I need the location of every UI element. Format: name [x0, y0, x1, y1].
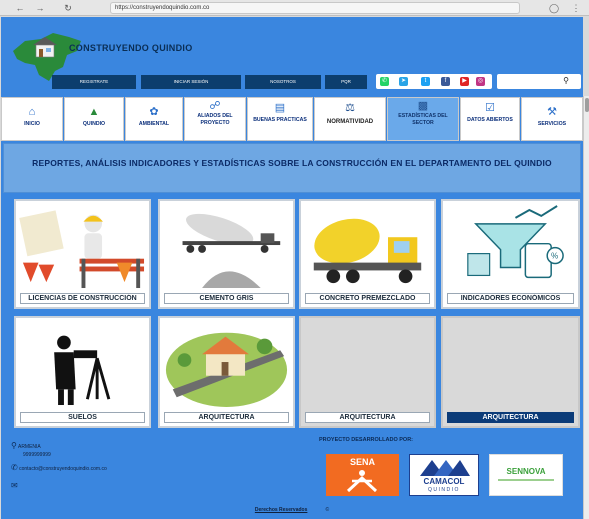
card-suelos[interactable]: SUELOS	[14, 316, 151, 428]
search-icon[interactable]: ⚲	[563, 76, 569, 85]
scales-icon: ⚖	[345, 102, 355, 114]
card-arquitectura-2[interactable]: ARQUITECTURA	[299, 316, 436, 428]
sennova-logo[interactable]: SENNOVA	[489, 454, 563, 496]
pqr-button[interactable]: PQR	[325, 75, 367, 89]
twitter-icon[interactable]: t	[421, 77, 430, 86]
camacol-mark-icon	[420, 460, 470, 476]
back-arrow-icon[interactable]: ←	[14, 2, 26, 14]
project-label: PROYECTO DESARROLLADO POR:	[319, 437, 414, 443]
quindio-map-icon: ▲	[88, 106, 100, 118]
register-button[interactable]: REGISTRATE	[52, 75, 136, 89]
card-label: CONCRETO PREMEZCLADO	[305, 293, 430, 304]
social-bar: ✆ ➤ t f ▶ ◎	[376, 74, 492, 89]
scrollbar-thumb[interactable]	[585, 98, 589, 112]
lock-open-icon: ☑	[485, 102, 495, 114]
economic-indicators-image: %	[446, 204, 575, 292]
main-menu: ⌂ INICIO ▲ QUINDIO ✿ AMBIENTAL ☍ ALIADOS…	[1, 97, 583, 141]
card-label: INDICADORES ECONÓMICOS	[447, 293, 574, 304]
about-button[interactable]: NOSOTROS	[245, 75, 321, 89]
sena-logo[interactable]: SENA	[326, 454, 399, 496]
menu-label: AMBIENTAL	[138, 121, 170, 127]
mixer-truck-image	[304, 204, 431, 290]
menu-item-buenas-practicas[interactable]: ▤ BUENAS PRACTICAS	[247, 97, 313, 141]
svg-text:%: %	[551, 252, 558, 261]
youtube-icon[interactable]: ▶	[460, 77, 469, 86]
address-bar[interactable]: https://construyendoquindio.com.co	[110, 2, 520, 14]
card-label: LICENCIAS DE CONSTRUCCIÓN	[20, 293, 145, 304]
surveyor-image	[19, 321, 146, 409]
card-label: ARQUITECTURA	[164, 412, 289, 423]
section-banner: REPORTES, ANÁLISIS INDICADORES Y ESTADÍS…	[3, 143, 581, 193]
menu-label: ESTADÍSTICAS DEL SECTOR	[398, 113, 448, 126]
card-licencias[interactable]: LICENCIAS DE CONSTRUCCIÓN	[14, 199, 151, 309]
telegram-icon[interactable]: ➤	[399, 77, 408, 86]
copyright-icon: ©	[325, 507, 330, 513]
page-title: REPORTES, ANÁLISIS INDICADORES Y ESTADÍS…	[32, 158, 552, 168]
menu-item-estadisticas[interactable]: ▩ ESTADÍSTICAS DEL SECTOR	[387, 97, 459, 141]
card-label: SUELOS	[20, 412, 145, 423]
menu-label: SERVICIOS	[537, 121, 567, 127]
mail-icon[interactable]: ✉	[11, 481, 18, 490]
camacol-subtext: QUINDIO	[428, 487, 460, 493]
card-concreto-premezclado[interactable]: CONCRETO PREMEZCLADO	[299, 199, 436, 309]
house-image	[163, 321, 290, 409]
card-label: ARQUITECTURA	[305, 412, 430, 423]
card-indicadores[interactable]: % INDICADORES ECONÓMICOS	[441, 199, 580, 309]
menu-item-ambiental[interactable]: ✿ AMBIENTAL	[125, 97, 183, 141]
card-label: ARQUITECTURA	[447, 412, 574, 423]
construction-worker-image	[19, 204, 146, 290]
whatsapp-icon[interactable]: ✆	[380, 77, 389, 86]
search-box[interactable]: ⚲	[497, 74, 581, 89]
city-text: ARMENIA	[17, 444, 41, 450]
camacol-text: CAMACOL	[423, 477, 465, 486]
phone-text: 9999999999	[23, 452, 51, 458]
menu-item-datos-abiertos[interactable]: ☑ DATOS ABIERTOS	[460, 97, 520, 141]
leaf-icon: ✿	[149, 106, 159, 118]
menu-item-quindio[interactable]: ▲ QUINDIO	[64, 97, 124, 141]
facebook-icon[interactable]: f	[441, 77, 450, 86]
copyright: Derechos Reservados ©	[1, 507, 583, 513]
card-arquitectura-3[interactable]: ARQUITECTURA	[441, 316, 580, 428]
menu-label: DATOS ABIERTOS	[467, 117, 513, 123]
menu-label: NORMATIVIDAD	[326, 119, 374, 125]
sennova-underline	[498, 479, 554, 481]
brand-title: CONSTRUYENDO QUINDIO	[69, 43, 193, 53]
card-arquitectura-1[interactable]: ARQUITECTURA	[158, 316, 295, 428]
menu-icon[interactable]: ⋮	[570, 2, 582, 14]
camacol-logo[interactable]: CAMACOL QUINDIO	[409, 454, 479, 496]
handshake-icon: ☍	[209, 100, 221, 112]
menu-label: INICIO	[24, 121, 40, 127]
browser-toolbar: ← → ↻ https://construyendoquindio.com.co…	[0, 0, 589, 16]
instagram-icon[interactable]: ◎	[476, 77, 485, 86]
rights-link[interactable]: Derechos Reservados	[255, 507, 308, 513]
bar-chart-icon: ▩	[417, 100, 429, 112]
cement-truck-image	[163, 204, 290, 290]
home-icon: ⌂	[28, 106, 36, 118]
phone-icon: ✆	[11, 463, 18, 472]
page: CONSTRUYENDO QUINDIO REGISTRATE INICIAR …	[1, 17, 583, 519]
menu-label: BUENAS PRACTICAS	[253, 117, 307, 123]
menu-item-inicio[interactable]: ⌂ INICIO	[1, 97, 63, 141]
location-icon: ⚲	[11, 441, 17, 450]
menu-item-normatividad[interactable]: ⚖ NORMATIVIDAD	[314, 97, 386, 141]
reload-icon[interactable]: ↻	[62, 2, 74, 14]
sena-logo-text: SENA	[349, 457, 375, 467]
email-text[interactable]: contacto@construyendoquindio.com.co	[19, 466, 107, 472]
menu-item-servicios[interactable]: ⚒ SERVICIOS	[521, 97, 583, 141]
sennova-text: SENNOVA	[506, 467, 546, 476]
board-icon: ▤	[274, 102, 286, 114]
login-button[interactable]: INICIAR SESIÓN	[141, 75, 241, 89]
page-scrollbar[interactable]	[583, 96, 589, 519]
menu-item-aliados[interactable]: ☍ ALIADOS DEL PROYECTO	[184, 97, 246, 141]
card-cemento-gris[interactable]: CEMENTO GRIS	[158, 199, 295, 309]
forward-arrow-icon[interactable]: →	[34, 2, 46, 14]
menu-label: QUINDIO	[82, 121, 106, 127]
sena-figure-icon	[346, 470, 378, 493]
extensions-icon[interactable]: ◯	[548, 2, 560, 14]
wrench-icon: ⚒	[547, 106, 557, 118]
menu-label: ALIADOS DEL PROYECTO	[197, 113, 233, 126]
card-label: CEMENTO GRIS	[164, 293, 289, 304]
